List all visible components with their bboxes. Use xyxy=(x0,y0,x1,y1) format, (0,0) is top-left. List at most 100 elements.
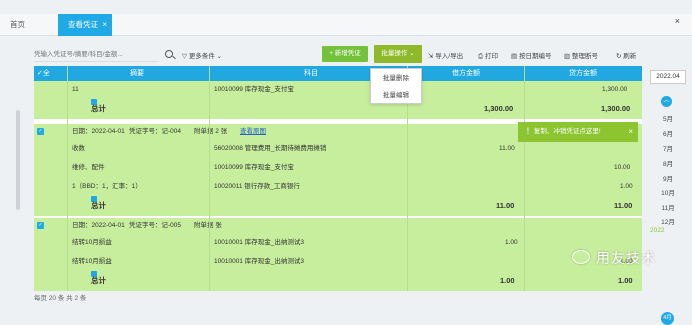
total-debit: 1,300.00 xyxy=(484,104,514,113)
new-voucher-button[interactable]: + 新增凭证 xyxy=(322,46,368,62)
batch-ops-menu: 批量删除 批量编辑 xyxy=(370,68,422,104)
left-scrollbar[interactable] xyxy=(16,110,20,210)
voucher-number: 凭证字号：记-005 xyxy=(129,222,182,229)
print-button[interactable]: ⎙ 打印 xyxy=(478,50,498,61)
column-divider xyxy=(67,66,68,291)
total-credit: 11.00 xyxy=(614,201,633,210)
voucher-attachments: 附单据 张 xyxy=(194,222,222,229)
header-credit: 贷方金额 xyxy=(569,70,597,77)
chevron-down-icon: ⌄ xyxy=(407,50,415,57)
row-summary: 结转10月损益 xyxy=(72,239,112,246)
row-subject: 56020008 管理费用_长期待摊费用摊销 xyxy=(214,145,327,152)
row-checkbox[interactable]: ✓ xyxy=(37,128,44,135)
chevron-up-icon[interactable]: ︿ xyxy=(661,96,672,107)
reorder-label: 整理断号 xyxy=(571,53,598,60)
row-summary: 11 xyxy=(72,86,79,93)
row-summary: 收数 xyxy=(72,145,85,152)
header-debit: 借方金额 xyxy=(452,70,480,77)
table-row: 11 10010099 库存现金_支付宝 1,300.00 xyxy=(34,81,642,99)
column-divider xyxy=(524,66,525,291)
row-subject: 10010099 库存现金_支付宝 xyxy=(214,164,294,171)
table-row: 维修、配件 10010099 库存现金_支付宝 10.00 xyxy=(34,158,642,177)
tab-home[interactable]: 首页 xyxy=(0,14,35,36)
total-credit: 1,300.00 xyxy=(601,104,631,113)
total-label-text: 总计 xyxy=(91,276,106,285)
row-credit: 10.00 xyxy=(614,164,631,171)
search-input[interactable] xyxy=(34,48,159,62)
table-row: 结转10月损益 10010001 库存现金_出纳测试3 1.00 xyxy=(34,233,642,252)
sort-by-date-button[interactable]: ▤ 按日期编号 xyxy=(511,50,551,60)
toolbar: ▽ 更多条件 ⌄ + 新增凭证 批量操作 ⌄ ⇲ 导入/导出 ⎙ 打印 ▤ 按日… xyxy=(22,42,672,66)
more-conditions-button[interactable]: ▽ 更多条件 ⌄ xyxy=(182,50,222,60)
batch-ops-button[interactable]: 批量操作 ⌄ xyxy=(374,45,422,63)
voucher-grid: ✓ 全选 摘要 科目 借方金额 贷方金额 11 10010099 库存现金_支付… xyxy=(34,66,642,291)
row-debit: 1.00 xyxy=(505,239,518,246)
select-all-checkbox[interactable]: ✓ 全选 xyxy=(37,66,50,92)
voucher-header-row: ✓ 日期：2022-04-01 凭证字号：记-005 附单据 张 xyxy=(34,218,642,233)
period-input[interactable]: 2022.04 xyxy=(650,70,686,84)
window-close-icon[interactable]: × xyxy=(675,16,680,26)
row-credit: 1,300.00 xyxy=(602,86,628,93)
refresh-button[interactable]: ↻ 刷新 xyxy=(616,50,636,60)
sort-icon: ▤ xyxy=(511,53,519,60)
view-original-link[interactable]: 查看原图 xyxy=(240,124,266,139)
row-debit: 11.00 xyxy=(499,145,515,152)
row-subject: 10010001 库存现金_出纳测试3 xyxy=(214,258,304,265)
watermark: 用友技术 xyxy=(596,250,656,266)
total-row: 总计 11.00 11.00 xyxy=(34,196,642,216)
current-month[interactable]: 4月 xyxy=(661,312,674,325)
row-checkbox[interactable]: ✓ xyxy=(37,222,44,229)
menu-item-batch-edit[interactable]: 批量编辑 xyxy=(371,88,421,103)
sort-by-date-label: 按日期编号 xyxy=(518,53,552,60)
row-summary: 维修、配件 xyxy=(72,164,105,171)
month-item[interactable]: 12月 xyxy=(650,216,686,226)
header-summary: 摘要 xyxy=(130,70,144,77)
table-row: 1（BBD：1，汇率：1） 10020011 银行存款_工商银行 1.00 xyxy=(34,177,642,196)
pagination[interactable]: 每页 20 条 共 2 条 xyxy=(34,292,86,302)
total-debit: 1.00 xyxy=(500,276,515,285)
tab-bar: 首页 查看凭证 × × xyxy=(0,14,692,36)
month-item[interactable]: 9月 xyxy=(650,173,686,183)
copy-reverse-tip[interactable]: ❕ 复制、冲销凭证点这里! × xyxy=(518,122,638,142)
grid-header: ✓ 全选 摘要 科目 借方金额 贷方金额 xyxy=(34,66,642,92)
month-item[interactable]: 7月 xyxy=(650,143,686,153)
month-item[interactable]: 6月 xyxy=(650,128,686,138)
row-summary: 1（BBD：1，汇率：1） xyxy=(72,183,142,190)
column-divider xyxy=(209,66,210,291)
row-subject: 10010099 库存现金_支付宝 xyxy=(214,86,294,93)
row-summary: 结转10月损益 xyxy=(72,258,112,265)
reorder-button[interactable]: ▥ 整理断号 xyxy=(564,50,598,60)
month-item[interactable]: 5月 xyxy=(650,113,686,123)
wechat-icon xyxy=(572,250,590,264)
reorder-icon: ▥ xyxy=(564,53,572,60)
tip-text: 复制、冲销凭证点这里! xyxy=(533,128,601,135)
search-icon[interactable] xyxy=(165,50,173,58)
app-frame: 首页 查看凭证 × × ▽ 更多条件 ⌄ + 新增凭证 批量操作 ⌄ ⇲ 导入/… xyxy=(0,0,692,325)
header-subject: 科目 xyxy=(304,70,318,77)
row-credit: 1.00 xyxy=(620,183,633,190)
tab-view-voucher[interactable]: 查看凭证 × xyxy=(58,14,112,36)
close-icon[interactable]: × xyxy=(628,122,633,142)
month-item[interactable]: 11月 xyxy=(650,202,686,212)
import-export-button[interactable]: ⇲ 导入/导出 xyxy=(428,50,463,60)
year-label: 2022 xyxy=(650,227,665,234)
total-row: 总计 1,300.00 1,300.00 xyxy=(34,99,642,119)
total-debit: 11.00 xyxy=(496,201,515,210)
month-item[interactable]: 8月 xyxy=(650,158,686,168)
voucher-number: 凭证字号：记-004 xyxy=(129,128,182,135)
row-subject: 10020011 银行存款_工商银行 xyxy=(214,183,300,190)
voucher-date: 日期：2022-04-01 xyxy=(72,222,125,229)
total-label-text: 总计 xyxy=(91,104,106,113)
total-label-text: 总计 xyxy=(91,201,106,210)
exclamation-icon: ❕ xyxy=(524,128,534,135)
menu-item-batch-delete[interactable]: 批量删除 xyxy=(371,71,421,86)
print-icon: ⎙ xyxy=(478,53,486,60)
close-icon[interactable]: × xyxy=(102,14,107,36)
chevron-down-icon: ⌄ xyxy=(214,53,223,60)
more-conditions-label: 更多条件 xyxy=(188,53,215,60)
total-credit: 1.00 xyxy=(618,276,633,285)
print-label: 打印 xyxy=(485,53,499,60)
month-item[interactable]: 10月 xyxy=(650,187,686,197)
batch-ops-label: 批量操作 xyxy=(381,50,408,57)
tab-view-voucher-label: 查看凭证 xyxy=(68,20,98,29)
